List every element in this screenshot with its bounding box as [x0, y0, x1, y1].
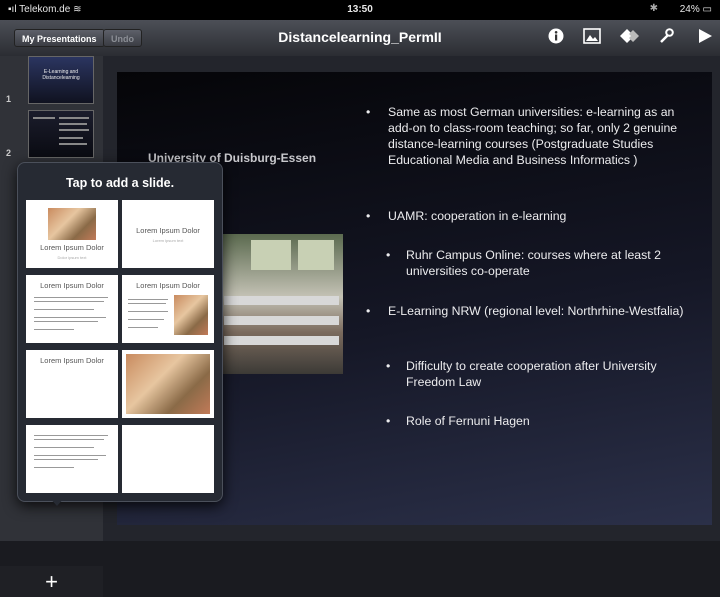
layout-title-center[interactable]: Lorem Ipsum Dolor Lorem ipsum text [122, 200, 214, 268]
layout-label: Lorem Ipsum Dolor [40, 243, 104, 252]
layout-title-bullets[interactable]: Lorem Ipsum Dolor [26, 275, 118, 343]
thumbnail-title: E-Learning and Distancelearning [42, 69, 80, 81]
desk-row [224, 296, 339, 305]
sample-photo [126, 354, 210, 414]
layout-label: Lorem Ipsum Dolor [136, 281, 200, 290]
layout-title-bullets-photo[interactable]: Lorem Ipsum Dolor [122, 275, 214, 343]
layout-photo[interactable] [122, 350, 214, 418]
layout-title-only[interactable]: Lorem Ipsum Dolor [26, 350, 118, 418]
info-icon[interactable] [545, 28, 567, 48]
play-icon[interactable] [694, 28, 716, 48]
add-slide-button[interactable]: + [0, 566, 103, 597]
projection-screen [251, 240, 291, 270]
clock: 13:50 [347, 4, 373, 15]
slide-number: 1 [6, 94, 12, 104]
toolbar: My Presentations Undo Distancelearning_P… [0, 20, 720, 57]
layout-title-photo[interactable]: Lorem Ipsum Dolor Dolor ipsum text [26, 200, 118, 268]
add-slide-popover: Tap to add a slide. Lorem Ipsum Dolor Do… [17, 162, 223, 502]
layout-blank[interactable] [122, 425, 214, 493]
layout-label: Lorem Ipsum Dolor [40, 356, 104, 365]
slide-thumbnail-2[interactable] [28, 110, 94, 158]
media-icon[interactable] [581, 28, 603, 48]
wrench-icon[interactable] [655, 28, 677, 48]
sample-photo [48, 208, 96, 240]
desk-row [224, 316, 339, 325]
layout-bullets[interactable] [26, 425, 118, 493]
layout-label: Lorem Ipsum Dolor [40, 281, 104, 290]
slide-thumbnail-1[interactable]: E-Learning and Distancelearning [28, 56, 94, 104]
popover-arrow [48, 496, 66, 506]
layout-subtitle: Lorem ipsum text [152, 238, 184, 243]
document-title: Distancelearning_PermII [278, 29, 442, 45]
layout-subtitle: Dolor ipsum text [57, 255, 87, 260]
shapes-icon[interactable] [619, 28, 641, 48]
bluetooth-icon: ✱ [649, 3, 658, 14]
projection-screen [298, 240, 334, 270]
slide-number: 2 [6, 148, 12, 158]
layout-label: Lorem Ipsum Dolor [136, 226, 200, 235]
sample-photo [174, 295, 208, 335]
lecture-hall-photo[interactable] [220, 234, 343, 374]
popover-title: Tap to add a slide. [65, 176, 175, 190]
desk-row [224, 336, 339, 345]
status-bar: ▪ıl Telekom.de ≋ 13:50 ✱ 24% ▭ [0, 0, 720, 20]
battery-label: 24% ▭ [679, 4, 712, 15]
